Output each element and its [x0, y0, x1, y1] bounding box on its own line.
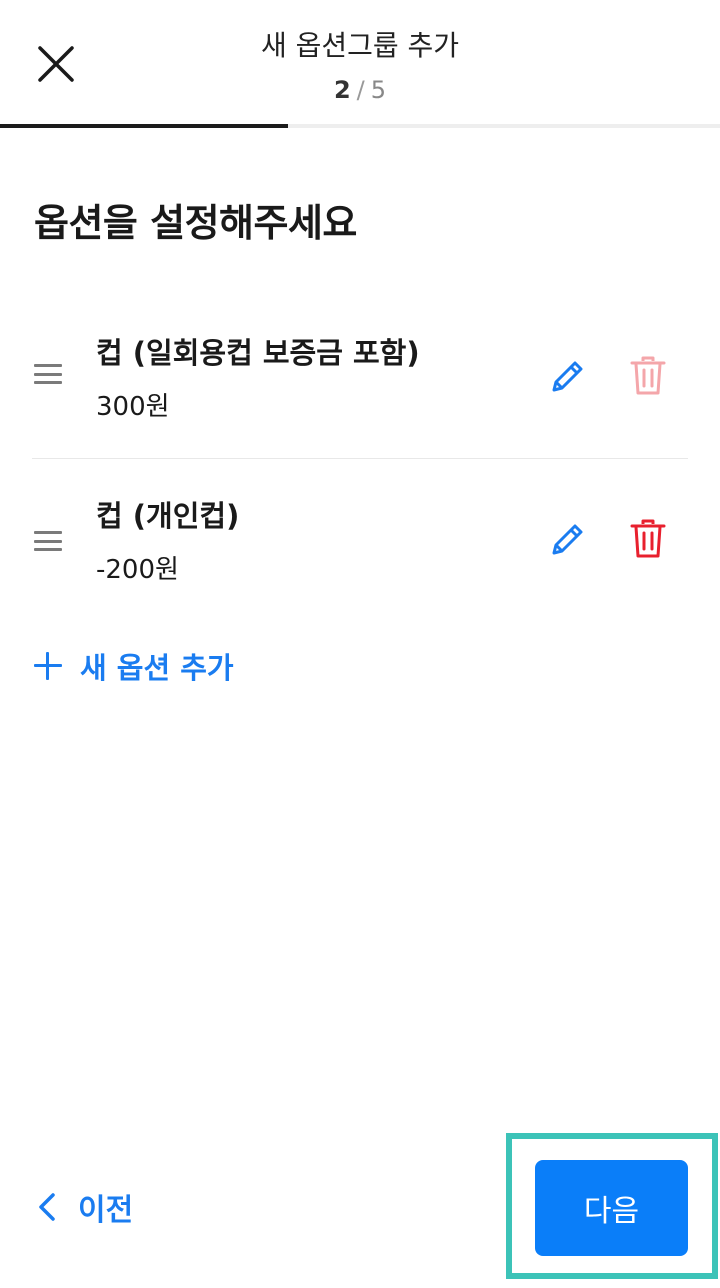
step-total: 5 — [370, 76, 387, 104]
chevron-left-icon — [39, 1193, 55, 1221]
options-list: 컵 (일회용컵 보증금 포함) 300원 컵 (개인컵) -200원 — [32, 296, 688, 621]
delete-option-button[interactable] — [630, 356, 666, 396]
header: 새 옵션그룹 추가 2/5 — [0, 0, 720, 128]
previous-label: 이전 — [78, 1193, 134, 1228]
step-current: 2 — [333, 76, 351, 104]
plus-icon — [34, 652, 62, 680]
trash-icon — [630, 519, 666, 558]
drag-handle-icon[interactable] — [34, 531, 62, 551]
progress-bar — [0, 124, 720, 128]
edit-option-button[interactable] — [548, 356, 588, 396]
add-option-button[interactable]: 새 옵션 추가 — [34, 642, 234, 690]
next-button[interactable]: 다음 — [535, 1160, 688, 1256]
option-name: 컵 (일회용컵 보증금 포함) — [96, 336, 420, 370]
pencil-icon — [552, 524, 583, 555]
option-row: 컵 (일회용컵 보증금 포함) 300원 — [32, 296, 688, 459]
option-price: -200원 — [96, 555, 179, 585]
step-separator: / — [356, 76, 365, 104]
delete-option-button[interactable] — [630, 519, 666, 559]
section-title: 옵션을 설정해주세요 — [34, 201, 357, 245]
pencil-icon — [552, 361, 583, 392]
step-indicator: 2/5 — [0, 76, 720, 104]
edit-option-button[interactable] — [548, 519, 588, 559]
option-row: 컵 (개인컵) -200원 — [32, 459, 688, 621]
progress-bar-fill — [0, 124, 288, 128]
add-option-label: 새 옵션 추가 — [80, 651, 234, 685]
trash-icon — [630, 356, 666, 395]
previous-button[interactable]: 이전 — [38, 1180, 133, 1234]
option-name: 컵 (개인컵) — [96, 499, 240, 533]
page-title: 새 옵션그룹 추가 — [260, 29, 460, 62]
option-price: 300원 — [96, 392, 170, 422]
drag-handle-icon[interactable] — [34, 364, 62, 384]
